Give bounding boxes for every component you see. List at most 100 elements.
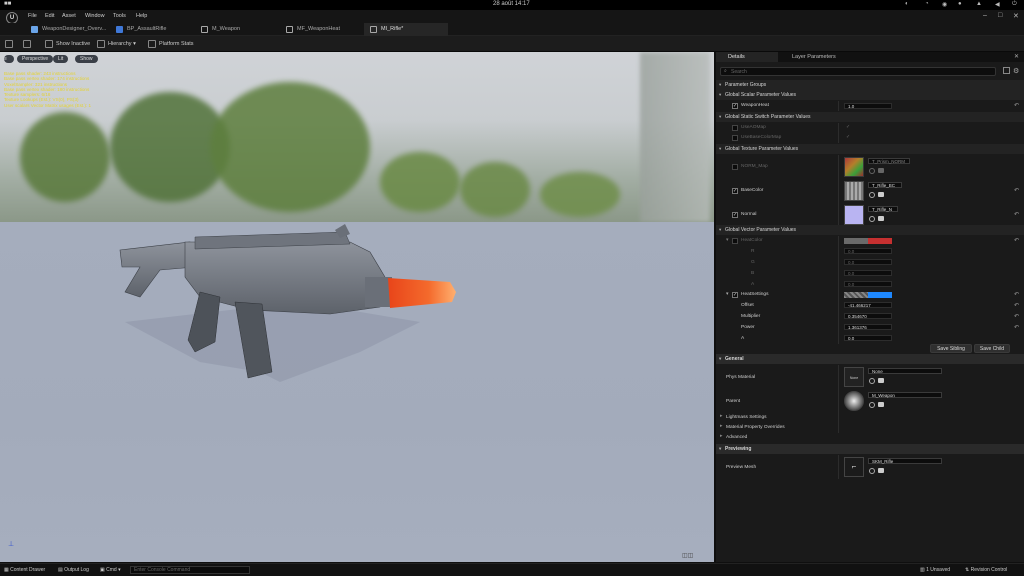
browse-icon[interactable] [869,468,875,474]
tab-mf-weaponheat[interactable]: MF_WeaponHeat [280,23,360,36]
tray-icon[interactable]: ◉ [942,1,947,8]
save-sibling-button[interactable]: Save Sibling [930,344,972,353]
heatsettings-swatch-blue[interactable] [868,292,892,298]
volume-icon[interactable]: ◀ [995,1,1000,8]
texture-header[interactable]: ▾ Global Texture Parameter Values [716,144,1024,154]
browse-icon[interactable] [869,168,875,174]
r-value-input[interactable]: 0.0 [844,248,892,254]
browse-icon[interactable] [869,402,875,408]
system-clock[interactable]: 28 août 14:17 [493,1,530,7]
tray-icon[interactable]: ◔ [925,1,929,7]
heatcolor-checkbox[interactable] [732,238,738,244]
weaponheat-value-input[interactable]: 1.0 [844,103,892,109]
save-button[interactable] [5,39,16,49]
power-value-input[interactable]: 1.361376 [844,324,892,330]
heatcolor-swatch-alpha[interactable] [868,238,892,244]
folder-icon[interactable] [878,168,884,173]
network-icon[interactable]: ▲ [976,1,982,7]
weaponheat-checkbox[interactable]: ✓ [732,103,738,109]
folder-icon[interactable] [878,192,884,197]
tab-bp-assaultrifle[interactable]: BP_AssaultRifle [110,23,190,36]
offset-value-input[interactable]: -41.466217 [844,302,892,308]
output-log-button[interactable]: ▤ Output Log [58,567,89,573]
previewing-header[interactable]: ▾ Previewing [716,444,1024,454]
multiplier-value-input[interactable]: 0.354670 [844,313,892,319]
use-basecolor-map-value-checkbox[interactable]: ✓ [846,135,850,140]
menu-file[interactable]: File [28,13,37,19]
viewport-corner-icon[interactable]: ◫◫ [682,552,693,559]
show-inactive-button[interactable]: Show Inactive [45,39,90,49]
content-drawer-button[interactable]: ▦ Content Drawer [4,567,45,573]
reset-icon[interactable]: ↶ [1014,211,1019,218]
scalar-header[interactable]: ▾ Global Scalar Parameter Values [716,90,1024,100]
browse-button[interactable] [23,39,34,49]
discord-icon[interactable]: ● [958,1,962,7]
tab-layer-parameters[interactable]: Layer Parameters [780,52,860,62]
reset-icon[interactable]: ↶ [1014,187,1019,194]
reset-icon[interactable]: ↶ [1014,237,1019,244]
preview-mesh-thumbnail[interactable]: ⌐ [844,457,864,477]
menu-asset[interactable]: Asset [62,13,76,19]
revision-control-button[interactable]: ⇅ Revision Control [965,567,1007,573]
tab-mi-rifle[interactable]: MI_Rifle* [364,23,448,36]
advanced-row[interactable]: ▸ Advanced [716,433,1024,443]
search-input[interactable]: Search [720,67,996,76]
lightmass-row[interactable]: ▸ Lightmass Settings [716,413,1024,423]
cmd-dropdown[interactable]: ▣ Cmd ▾ [100,567,121,573]
static-switch-header[interactable]: ▾ Global Static Switch Parameter Values [716,112,1024,122]
basecolor-checkbox[interactable]: ✓ [732,188,738,194]
normal-checkbox[interactable]: ✓ [732,212,738,218]
use-ao-map-value-checkbox[interactable]: ✓ [846,125,850,130]
basecolor-thumbnail[interactable] [844,181,864,201]
menu-help[interactable]: Help [136,13,147,19]
tray-icon[interactable]: ◐ [905,1,909,7]
folder-icon[interactable] [878,378,884,383]
reset-icon[interactable]: ↶ [1014,302,1019,309]
console-input[interactable]: Enter Console Command [130,566,250,574]
tab-m-weapon[interactable]: M_Weapon [195,23,275,36]
material-overrides-row[interactable]: ▸ Material Property Overrides [716,423,1024,433]
platform-stats-button[interactable]: Platform Stats [148,39,194,49]
browse-icon[interactable] [869,192,875,198]
power-icon[interactable]: ⏻ [1012,1,1017,8]
unsaved-button[interactable]: ▥ 1 Unsaved [920,567,950,573]
browse-icon[interactable] [869,378,875,384]
use-basecolor-map-override-checkbox[interactable] [732,135,738,141]
parent-dropdown[interactable]: M_Weapon [868,392,942,398]
basecolor-dropdown[interactable]: T_Rifle_BC [868,182,902,188]
norm-map-checkbox[interactable] [732,164,738,170]
preview-mesh-dropdown[interactable]: SKM_Rifle [868,458,942,464]
parent-thumbnail[interactable] [844,391,864,411]
activities-button[interactable]: ■■ [4,1,11,7]
a-value-input[interactable]: 0.0 [844,281,892,287]
minimize-icon[interactable]: – [983,12,987,19]
hierarchy-button[interactable]: Hierarchy ▾ [97,39,136,49]
reset-icon[interactable]: ↶ [1014,291,1019,298]
use-ao-map-override-checkbox[interactable] [732,125,738,131]
phys-material-thumbnail[interactable]: None [844,367,864,387]
heatcolor-swatch-rgb[interactable] [844,238,868,244]
folder-icon[interactable] [878,468,884,473]
reset-icon[interactable]: ↶ [1014,313,1019,320]
show-button[interactable]: Show [75,55,98,63]
tab-details[interactable]: Details [716,52,778,62]
grid-view-icon[interactable] [1003,67,1010,74]
vector-header[interactable]: ▾ Global Vector Parameter Values [716,225,1024,235]
perspective-button[interactable]: Perspective [17,55,54,63]
panel-close-icon[interactable]: ✕ [1014,53,1019,60]
g-value-input[interactable]: 0.0 [844,259,892,265]
menu-window[interactable]: Window [85,13,105,19]
save-child-button[interactable]: Save Child [974,344,1010,353]
parameter-groups-header[interactable]: ▾ Parameter Groups [716,80,1024,90]
folder-icon[interactable] [878,402,884,407]
maximize-icon[interactable]: □ [998,12,1002,19]
reset-icon[interactable]: ↶ [1014,102,1019,109]
browse-icon[interactable] [869,216,875,222]
phys-material-dropdown[interactable]: None [868,368,942,374]
norm-map-thumbnail[interactable] [844,157,864,177]
normal-thumbnail[interactable] [844,205,864,225]
menu-edit[interactable]: Edit [45,13,54,19]
general-header[interactable]: ▾ General [716,354,1024,364]
b-value-input[interactable]: 0.0 [844,270,892,276]
folder-icon[interactable] [878,216,884,221]
